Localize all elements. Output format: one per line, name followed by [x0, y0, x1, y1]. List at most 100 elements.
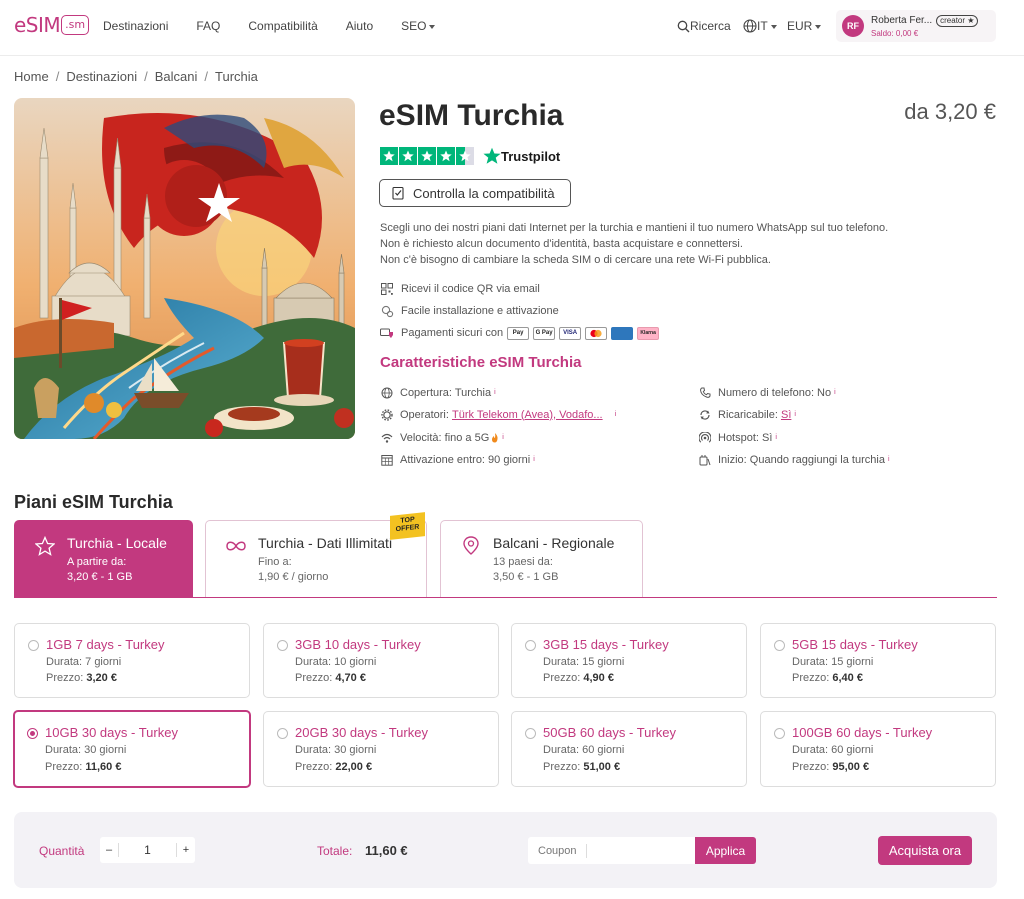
klarna-icon: Klarna [637, 326, 660, 340]
signal-icon [380, 431, 393, 444]
info-icon[interactable]: i [615, 411, 617, 418]
radio-button[interactable] [774, 728, 785, 739]
product-description: Scegli uno dei nostri piani dati Interne… [380, 220, 980, 268]
top-offer-ribbon: TOP OFFER [390, 512, 425, 540]
coupon-input[interactable]: Coupon [528, 837, 695, 864]
checkout-bar: Quantità – 1 + Totale: 11,60 € Coupon Ap… [14, 812, 997, 888]
mastercard-icon [585, 326, 608, 340]
nav-destinazioni[interactable]: Destinazioni [103, 19, 168, 33]
tab-turchia-dati-illimitati[interactable]: Turchia - Dati Illimitati Fino a: 1,90 € … [205, 512, 427, 597]
globe-icon [743, 19, 757, 33]
decrease-quantity-button[interactable]: – [100, 844, 118, 856]
info-icon[interactable]: i [775, 434, 777, 441]
logo-box: .sm [61, 15, 90, 35]
operators-link[interactable]: Türk Telekom (Avea), Vodafo... [452, 409, 603, 421]
plan-price: Prezzo: 3,20 € [46, 672, 117, 684]
plan-card[interactable]: 3GB 15 days - Turkey Durata: 15 giorni P… [511, 623, 747, 698]
info-icon[interactable]: i [888, 456, 890, 463]
breadcrumb-balcani[interactable]: Balcani [155, 69, 198, 84]
spec-coverage: Copertura: Turchia i [380, 386, 496, 399]
increase-quantity-button[interactable]: + [177, 844, 195, 856]
radio-button[interactable] [277, 728, 288, 739]
radio-button[interactable] [525, 640, 536, 651]
nav-faq[interactable]: FAQ [196, 19, 220, 33]
plan-price: Prezzo: 51,00 € [543, 761, 621, 773]
radio-button[interactable] [277, 640, 288, 651]
trustpilot-rating[interactable]: Trustpilot [380, 147, 560, 165]
info-icon[interactable]: i [794, 411, 796, 418]
total-value: 11,60 € [365, 843, 408, 858]
check-compatibility-label: Controlla la compatibilità [413, 185, 555, 201]
feature-install-label: Facile installazione e attivazione [401, 305, 559, 317]
avatar: RF [842, 15, 864, 37]
plan-duration: Durata: 15 giorni [543, 656, 625, 668]
plans-title: Piani eSIM Turchia [14, 492, 173, 512]
quantity-label: Quantità [39, 844, 85, 858]
tab-subtitle: Fino a: 1,90 € / giorno [258, 556, 329, 583]
radio-button[interactable] [525, 728, 536, 739]
spec-start: Inizio: Quando raggiungi la turchia i [698, 453, 890, 466]
gear-icon [380, 408, 393, 421]
plan-duration: Durata: 10 giorni [295, 656, 377, 668]
plan-card[interactable]: 50GB 60 days - Turkey Durata: 60 giorni … [511, 711, 747, 787]
plan-card[interactable]: 5GB 15 days - Turkey Durata: 15 giorni P… [760, 623, 996, 698]
nav-aiuto[interactable]: Aiuto [346, 19, 373, 33]
globe-icon [380, 386, 393, 399]
plan-card[interactable]: 1GB 7 days - Turkey Durata: 7 giorni Pre… [14, 623, 250, 698]
star-icon [437, 147, 455, 165]
plan-card-selected[interactable]: 10GB 30 days - Turkey Durata: 30 giorni … [13, 710, 251, 788]
rechargeable-link[interactable]: Sì [781, 409, 791, 421]
star-outline-icon [34, 535, 56, 557]
info-icon[interactable]: i [494, 389, 496, 396]
feature-install: Facile installazione e attivazione [380, 304, 559, 318]
plan-title: 50GB 60 days - Turkey [543, 725, 676, 740]
plan-card[interactable]: 100GB 60 days - Turkey Durata: 60 giorni… [760, 711, 996, 787]
plan-title: 100GB 60 days - Turkey [792, 725, 933, 740]
info-icon[interactable]: i [533, 456, 535, 463]
calendar-icon [380, 453, 393, 466]
plan-card[interactable]: 20GB 30 days - Turkey Durata: 30 giorni … [263, 711, 499, 787]
creator-badge: creator ★ [936, 14, 979, 27]
description-line: Non è richiesto alcun documento d'identi… [380, 238, 743, 250]
trustpilot-star-icon [483, 147, 501, 164]
spec-phone-label: Numero di telefono: No [718, 386, 832, 399]
plan-title: 3GB 10 days - Turkey [295, 637, 421, 652]
radio-button-checked[interactable] [27, 728, 38, 739]
plan-duration: Durata: 30 giorni [295, 744, 377, 756]
radio-button[interactable] [774, 640, 785, 651]
breadcrumb-destinazioni[interactable]: Destinazioni [66, 69, 137, 84]
language-selector[interactable]: IT [743, 19, 777, 33]
plan-price: Prezzo: 22,00 € [295, 761, 373, 773]
breadcrumb-home[interactable]: Home [14, 69, 49, 84]
info-icon[interactable]: i [834, 389, 836, 396]
nav-compatibilita[interactable]: Compatibilità [248, 19, 317, 33]
language-label: IT [757, 19, 768, 33]
tab-balcani-regionale[interactable]: Balcani - Regionale 13 paesi da: 3,50 € -… [440, 520, 643, 597]
nav-seo-dropdown[interactable]: SEO [401, 19, 436, 33]
refresh-icon [698, 408, 711, 421]
spec-coverage-label: Copertura: Turchia [400, 386, 492, 399]
spec-hotspot: Hotspot: Sì i [698, 431, 777, 444]
check-compatibility-button[interactable]: Controlla la compatibilità [379, 179, 571, 207]
apple-pay-icon: Pay [507, 326, 530, 340]
apply-coupon-button[interactable]: Applica [695, 837, 756, 864]
chevron-down-icon [429, 24, 436, 29]
quantity-input[interactable]: 1 [118, 843, 177, 857]
plan-duration: Durata: 30 giorni [45, 744, 127, 756]
radio-button[interactable] [28, 640, 39, 651]
plan-card[interactable]: 3GB 10 days - Turkey Durata: 10 giorni P… [263, 623, 499, 698]
tab-title: Turchia - Locale [67, 535, 167, 551]
site-logo[interactable]: eSIM .sm [14, 13, 90, 37]
info-icon[interactable]: i [502, 434, 504, 441]
plan-duration: Durata: 7 giorni [46, 656, 122, 668]
user-menu[interactable]: RF Roberta Fer... creator ★ Saldo: 0,00 € [836, 10, 996, 42]
buy-now-button[interactable]: Acquista ora [878, 836, 972, 865]
plan-price: Prezzo: 6,40 € [792, 672, 863, 684]
tab-subtitle: A partire da: 3,20 € - 1 GB [67, 556, 133, 583]
checklist-icon [392, 186, 404, 200]
tab-turchia-locale[interactable]: Turchia - Locale A partire da: 3,20 € - 1… [14, 520, 193, 597]
spec-operators: Operatori: Türk Telekom (Avea), Vodafo..… [380, 408, 616, 421]
currency-selector[interactable]: EUR [787, 19, 822, 33]
search-button[interactable]: Ricerca [677, 19, 731, 33]
star-icon [418, 147, 436, 165]
